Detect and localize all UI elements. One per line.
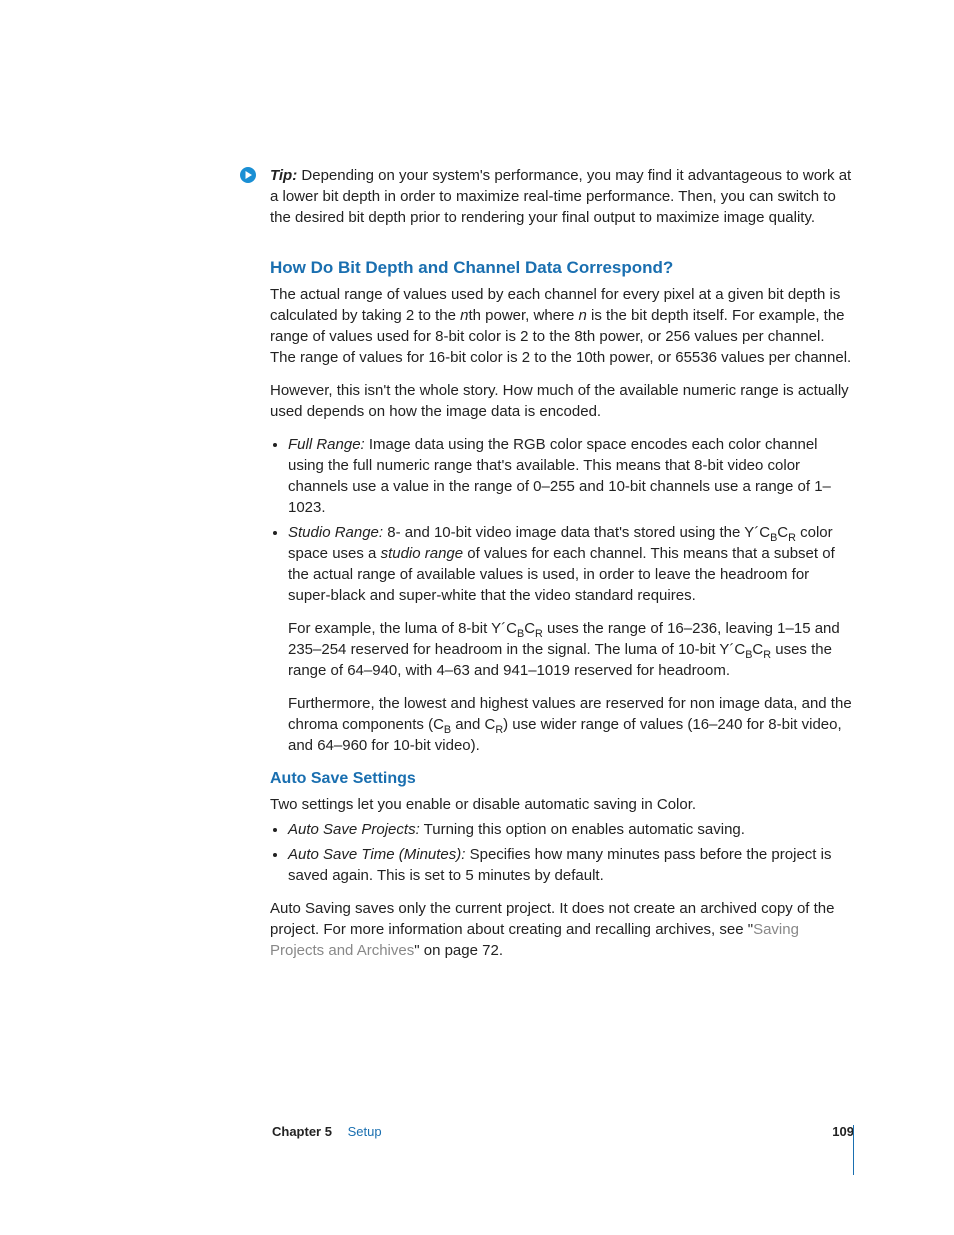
tip-label: Tip: xyxy=(270,167,297,184)
term-full-range: Full Range: xyxy=(288,436,365,453)
document-page: Tip: Depending on your system's performa… xyxy=(0,0,954,1235)
tip-body: Depending on your system's performance, … xyxy=(270,167,851,226)
tip-paragraph: Tip: Depending on your system's performa… xyxy=(270,165,854,228)
footer-left: Chapter 5 Setup xyxy=(272,1123,382,1141)
footer-chapter: Chapter 5 xyxy=(272,1124,332,1139)
footer-rule xyxy=(853,1125,854,1175)
bit-depth-paragraph-2: However, this isn't the whole story. How… xyxy=(270,380,854,422)
list-item: Auto Save Time (Minutes): Specifies how … xyxy=(288,844,854,886)
term-studio-range: Studio Range: xyxy=(288,524,383,541)
page-footer: Chapter 5 Setup 109 xyxy=(272,1123,854,1141)
tip-icon xyxy=(239,166,257,184)
bit-depth-paragraph-1: The actual range of values used by each … xyxy=(270,284,854,368)
heading-bit-depth: How Do Bit Depth and Channel Data Corres… xyxy=(270,256,854,280)
list-item: Full Range: Image data using the RGB col… xyxy=(288,434,854,518)
term-auto-save-time: Auto Save Time (Minutes): xyxy=(288,846,465,863)
list-item: Studio Range: 8- and 10-bit video image … xyxy=(288,522,854,606)
heading-auto-save: Auto Save Settings xyxy=(270,768,854,790)
tip-callout: Tip: Depending on your system's performa… xyxy=(245,165,854,228)
example-paragraph: For example, the luma of 8-bit Y´CBCR us… xyxy=(288,618,854,681)
auto-save-intro: Two settings let you enable or disable a… xyxy=(270,794,854,815)
auto-save-list: Auto Save Projects: Turning this option … xyxy=(270,819,854,886)
range-list: Full Range: Image data using the RGB col… xyxy=(270,434,854,606)
list-item: Auto Save Projects: Turning this option … xyxy=(288,819,854,840)
footer-page-number: 109 xyxy=(832,1123,854,1141)
footer-title: Setup xyxy=(348,1124,382,1139)
furthermore-paragraph: Furthermore, the lowest and highest valu… xyxy=(288,693,854,756)
term-auto-save-projects: Auto Save Projects: xyxy=(288,821,420,838)
auto-save-closing: Auto Saving saves only the current proje… xyxy=(270,898,854,961)
